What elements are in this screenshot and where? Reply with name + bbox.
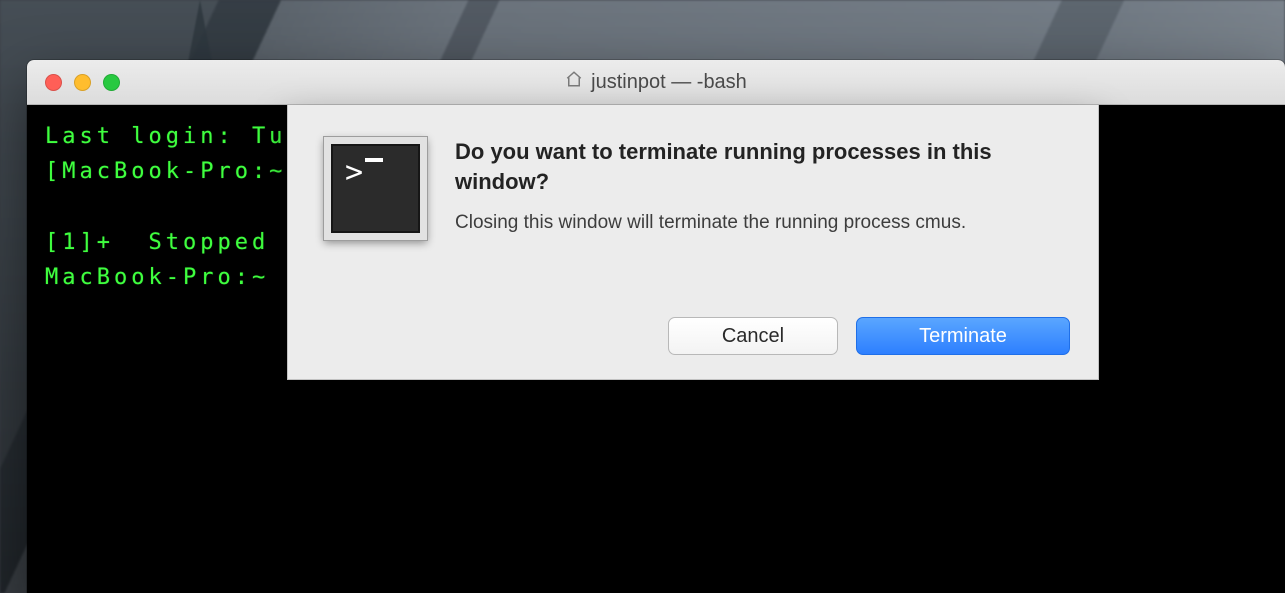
cancel-button-label: Cancel (722, 325, 784, 348)
close-button[interactable] (45, 74, 62, 91)
confirm-dialog: > Do you want to terminate running proce… (287, 105, 1099, 380)
cancel-button[interactable]: Cancel (668, 317, 838, 355)
minimize-button[interactable] (74, 74, 91, 91)
dialog-message: Closing this window will terminate the r… (455, 210, 1070, 237)
terminal-line: [1]+ Stopped (45, 230, 269, 255)
terminal-app-icon: > (324, 137, 427, 240)
dialog-headline: Do you want to terminate running process… (455, 137, 1070, 196)
terminal-window: justinpot — -bash Last login: Tue [MacBo… (27, 60, 1285, 593)
terminate-button[interactable]: Terminate (856, 317, 1070, 355)
terminate-button-label: Terminate (919, 325, 1007, 348)
terminal-line: [MacBook-Pro:~ j (45, 159, 321, 184)
zoom-button[interactable] (103, 74, 120, 91)
terminal-line: MacBook-Pro:~ j (45, 265, 304, 290)
window-titlebar[interactable]: justinpot — -bash (27, 60, 1285, 105)
window-title-text: justinpot — -bash (591, 71, 747, 94)
terminal-line: Last login: Tue (45, 124, 304, 149)
home-icon (565, 70, 583, 94)
traffic-lights (27, 74, 120, 91)
window-title: justinpot — -bash (27, 70, 1285, 94)
dialog-button-row: Cancel Terminate (324, 317, 1070, 355)
